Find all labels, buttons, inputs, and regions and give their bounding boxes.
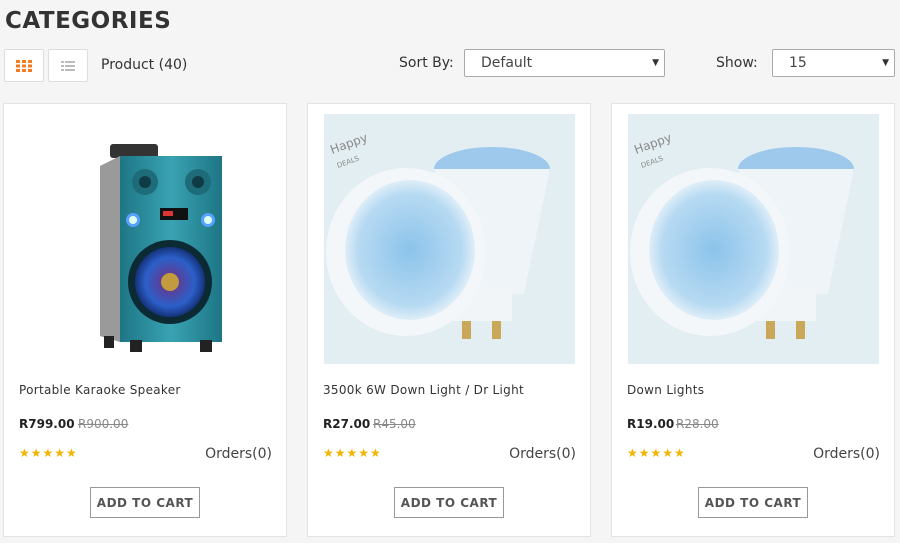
product-image-speaker[interactable] bbox=[20, 114, 271, 364]
add-to-cart-button[interactable]: ADD TO CART bbox=[698, 487, 808, 518]
product-name[interactable]: Portable Karaoke Speaker bbox=[19, 383, 181, 397]
star-rating: ★★★★★ bbox=[627, 446, 686, 460]
dropdown-arrow-icon: ▼ bbox=[882, 58, 889, 68]
product-old-price: R45.00 bbox=[373, 417, 416, 431]
show-label: Show: bbox=[716, 55, 758, 71]
product-toolbar: Product (40) Sort By: Default ▼ Show: 15… bbox=[0, 48, 900, 84]
product-old-price: R28.00 bbox=[676, 417, 719, 431]
page-title: CATEGORIES bbox=[5, 8, 172, 34]
add-to-cart-button[interactable]: ADD TO CART bbox=[394, 487, 504, 518]
add-to-cart-button[interactable]: ADD TO CART bbox=[90, 487, 200, 518]
product-card: Happy DEALS 3500k 6W Down Light / Dr Lig… bbox=[307, 103, 591, 537]
product-image-downlight[interactable]: Happy DEALS bbox=[324, 114, 575, 364]
list-view-button[interactable] bbox=[48, 49, 88, 82]
sort-select[interactable]: Default ▼ bbox=[464, 49, 665, 77]
grid-view-button[interactable] bbox=[4, 49, 44, 82]
product-card: Portable Karaoke Speaker R799.00 R900.00… bbox=[3, 103, 287, 537]
sort-select-value: Default bbox=[481, 55, 533, 71]
product-name[interactable]: 3500k 6W Down Light / Dr Light bbox=[323, 383, 524, 397]
dropdown-arrow-icon: ▼ bbox=[652, 58, 659, 68]
star-rating: ★★★★★ bbox=[19, 446, 78, 460]
product-price: R19.00 bbox=[627, 417, 675, 431]
product-old-price: R900.00 bbox=[78, 417, 129, 431]
list-icon bbox=[61, 60, 75, 71]
product-name[interactable]: Down Lights bbox=[627, 383, 704, 397]
grid-icon bbox=[16, 59, 32, 72]
product-price: R799.00 bbox=[19, 417, 75, 431]
sort-label: Sort By: bbox=[399, 55, 454, 71]
product-count: Product (40) bbox=[101, 57, 188, 73]
product-price: R27.00 bbox=[323, 417, 371, 431]
product-image-downlight[interactable]: Happy DEALS bbox=[628, 114, 879, 364]
show-select[interactable]: 15 ▼ bbox=[772, 49, 895, 77]
star-rating: ★★★★★ bbox=[323, 446, 382, 460]
product-card: Happy DEALS Down Lights R19.00 R28.00 ★★… bbox=[611, 103, 895, 537]
show-select-value: 15 bbox=[789, 55, 807, 71]
product-orders: Orders(0) bbox=[509, 446, 576, 462]
product-orders: Orders(0) bbox=[813, 446, 880, 462]
product-orders: Orders(0) bbox=[205, 446, 272, 462]
